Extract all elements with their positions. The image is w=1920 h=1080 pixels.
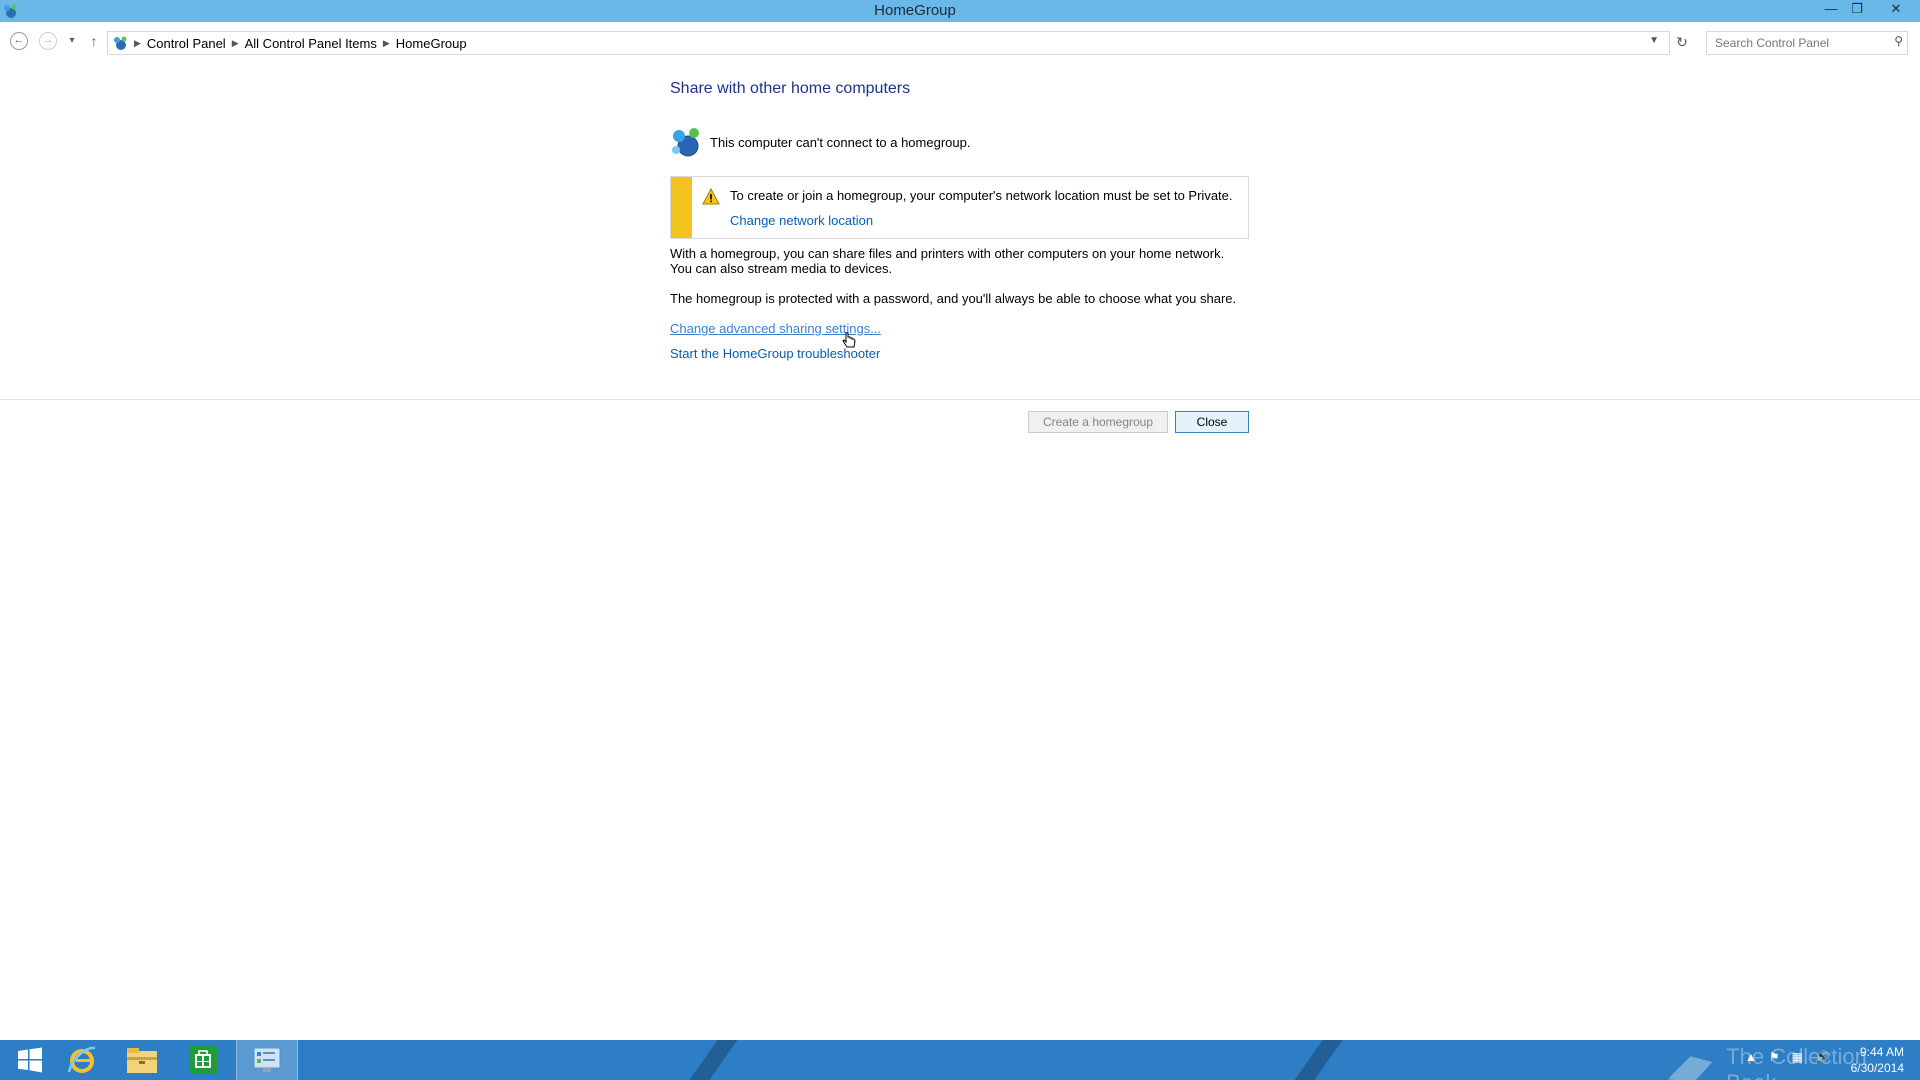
clock-date: 6/30/2014 [1850,1061,1904,1075]
description-paragraph: With a homegroup, you can share files an… [670,246,1225,276]
breadcrumb: ▶ Control Panel ▶ All Control Panel Item… [112,35,467,51]
forward-button[interactable]: → [39,32,57,50]
warning-accent-bar [671,177,692,238]
status-text: This computer can't connect to a homegro… [710,134,971,150]
breadcrumb-separator-icon[interactable]: ▶ [383,38,390,49]
book-logo-icon [1668,1056,1713,1080]
back-button[interactable]: ← [10,32,28,50]
start-icon [18,1047,42,1073]
warning-message: To create or join a homegroup, your comp… [730,188,1233,203]
page-title: Share with other home computers [670,80,911,97]
start-button[interactable] [0,1040,60,1080]
search-icon[interactable]: ⚲ [1894,34,1903,48]
warning-icon [702,188,720,205]
homegroup-status: This computer can't connect to a homegro… [670,126,970,158]
homegroup-icon [672,128,699,157]
taskbar-clock[interactable]: 9:44 AM 6/30/2014 [1838,1044,1904,1076]
up-arrow-icon: ↑ [90,33,98,49]
close-button[interactable]: Close [1175,411,1249,433]
refresh-button[interactable]: ↻ [1671,31,1693,53]
content-divider [0,399,1920,400]
taskbar-file-explorer[interactable] [112,1040,172,1080]
recent-locations-button[interactable]: ▾ [61,30,83,52]
address-history-chevron-icon[interactable]: ▼ [1649,35,1659,46]
search-input[interactable] [1713,32,1887,54]
restore-button[interactable]: ❐ [1844,0,1870,20]
title-bar: HomeGroup — ❐ ✕ [0,0,1920,22]
taskbar-control-panel[interactable] [236,1040,298,1080]
back-icon: ← [13,34,25,46]
taskbar-decoration [1280,1040,1350,1080]
taskbar: The Collection Book ▲ ⚑ ▦ 🔊 9:44 AM 6/30… [0,1040,1920,1080]
show-hidden-icons-icon[interactable]: ▲ [1745,1050,1757,1064]
breadcrumb-homegroup[interactable]: HomeGroup [396,36,467,51]
action-center-flag-icon[interactable]: ⚑ [1769,1050,1780,1064]
control-panel-icon [253,1047,281,1072]
up-button[interactable]: ↑ [83,30,105,52]
chevron-down-icon: ▾ [69,35,75,46]
search-box[interactable]: ⚲ [1706,31,1908,55]
breadcrumb-control-panel[interactable]: Control Panel [147,36,226,51]
taskbar-decoration [675,1040,745,1080]
navigation-bar: ← → ▾ ↑ ▶ Control Panel ▶ All Control Pa… [0,22,1920,59]
breadcrumb-separator-icon[interactable]: ▶ [134,38,141,49]
change-network-location-link[interactable]: Change network location [730,213,873,228]
address-bar[interactable]: ▶ Control Panel ▶ All Control Panel Item… [107,31,1670,55]
refresh-icon: ↻ [1676,34,1688,50]
create-homegroup-button[interactable]: Create a homegroup [1028,411,1168,433]
volume-icon[interactable]: 🔊 [1815,1050,1830,1064]
system-tray: ▲ ⚑ ▦ 🔊 [1745,1050,1830,1064]
internet-explorer-icon [67,1046,96,1073]
taskbar-store[interactable] [173,1040,233,1080]
network-icon[interactable]: ▦ [1792,1050,1803,1064]
forward-icon: → [42,34,54,46]
breadcrumb-all-control-panel-items[interactable]: All Control Panel Items [245,36,377,51]
minimize-button[interactable]: — [1818,0,1844,20]
taskbar-internet-explorer[interactable] [52,1040,112,1080]
warning-box: To create or join a homegroup, your comp… [670,176,1249,239]
breadcrumb-separator-icon[interactable]: ▶ [232,38,239,49]
homegroup-location-icon [114,36,127,50]
clock-time: 9:44 AM [1859,1045,1904,1059]
store-icon [189,1046,217,1074]
window-title: HomeGroup [874,2,956,19]
hand-cursor-icon [842,332,856,348]
password-info-paragraph: The homegroup is protected with a passwo… [670,291,1237,306]
close-window-button[interactable]: ✕ [1881,0,1911,20]
file-explorer-icon [127,1048,157,1073]
